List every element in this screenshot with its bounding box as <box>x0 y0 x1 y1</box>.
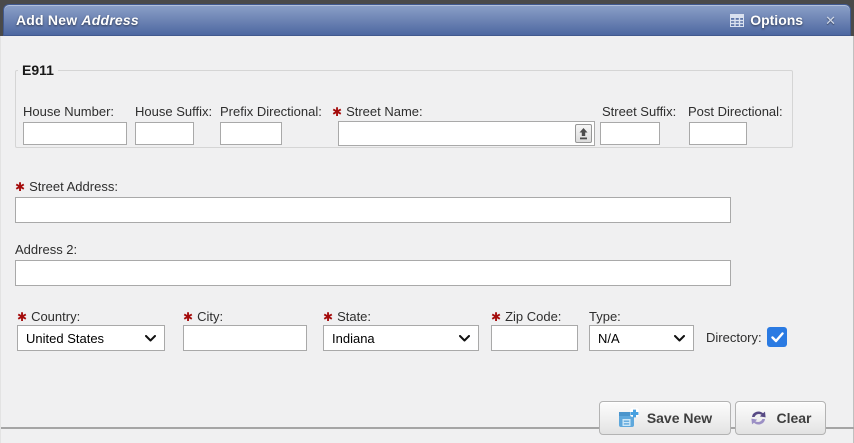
zip-code-input[interactable] <box>491 325 578 351</box>
dialog-body: E911 House Number: House Suffix: Prefix … <box>0 36 854 443</box>
street-address-input[interactable] <box>15 197 731 223</box>
required-marker: ✱ <box>323 310 333 324</box>
dialog-title: Add New Address <box>16 12 139 28</box>
street-suffix-label: Street Suffix: <box>602 104 676 119</box>
type-select[interactable]: N/A <box>589 325 694 351</box>
dialog-titlebar: Add New Address Options ✕ <box>3 4 851 36</box>
required-marker: ✱ <box>491 310 501 324</box>
clear-button[interactable]: Clear <box>735 401 826 435</box>
street-address-label: ✱Street Address: <box>15 179 118 194</box>
chevron-down-icon <box>145 335 156 342</box>
prefix-directional-label: Prefix Directional: <box>220 104 322 119</box>
type-label: Type: <box>589 309 621 324</box>
city-input[interactable] <box>183 325 307 351</box>
post-directional-input[interactable] <box>689 122 747 145</box>
city-label: ✱City: <box>183 309 223 324</box>
options-button[interactable]: Options <box>730 12 803 28</box>
table-icon <box>730 14 744 27</box>
directory-label: Directory: <box>706 330 762 345</box>
chevron-down-icon <box>459 335 470 342</box>
check-icon <box>771 332 784 343</box>
e911-fieldset: E911 House Number: House Suffix: Prefix … <box>15 62 793 148</box>
refresh-icon <box>749 409 768 427</box>
state-select[interactable]: Indiana <box>323 325 479 351</box>
save-new-label: Save New <box>647 410 712 426</box>
country-select[interactable]: United States <box>17 325 165 351</box>
state-label: ✱State: <box>323 309 371 324</box>
close-icon[interactable]: ✕ <box>825 14 836 27</box>
chevron-down-icon <box>674 335 685 342</box>
street-name-label: ✱Street Name: <box>332 104 423 119</box>
type-value: N/A <box>590 331 674 346</box>
required-marker: ✱ <box>332 105 342 119</box>
country-value: United States <box>18 331 145 346</box>
save-plus-icon <box>618 408 639 429</box>
post-directional-label: Post Directional: <box>688 104 783 119</box>
required-marker: ✱ <box>15 180 25 194</box>
screen: Add New Address Options ✕ E911 House Num… <box>0 0 854 443</box>
address2-input[interactable] <box>15 260 731 286</box>
save-new-button[interactable]: Save New <box>599 401 731 435</box>
state-value: Indiana <box>324 331 459 346</box>
house-suffix-input[interactable] <box>135 122 194 145</box>
e911-legend: E911 <box>18 62 58 78</box>
required-marker: ✱ <box>17 310 27 324</box>
clear-label: Clear <box>776 410 811 426</box>
address2-label: Address 2: <box>15 242 77 257</box>
street-name-lookup-button[interactable] <box>575 124 592 143</box>
country-label: ✱Country: <box>17 309 80 324</box>
options-label: Options <box>750 12 803 28</box>
house-number-label: House Number: <box>23 104 114 119</box>
arrow-up-icon <box>579 128 588 140</box>
directory-checkbox[interactable] <box>767 327 787 347</box>
required-marker: ✱ <box>183 310 193 324</box>
dialog-title-emphasis: Address <box>81 12 138 28</box>
zip-code-label: ✱Zip Code: <box>491 309 561 324</box>
street-name-input[interactable] <box>339 122 575 145</box>
street-name-combo <box>338 121 595 146</box>
street-suffix-input[interactable] <box>600 122 660 145</box>
house-number-input[interactable] <box>23 122 127 145</box>
house-suffix-label: House Suffix: <box>135 104 212 119</box>
prefix-directional-input[interactable] <box>220 122 282 145</box>
